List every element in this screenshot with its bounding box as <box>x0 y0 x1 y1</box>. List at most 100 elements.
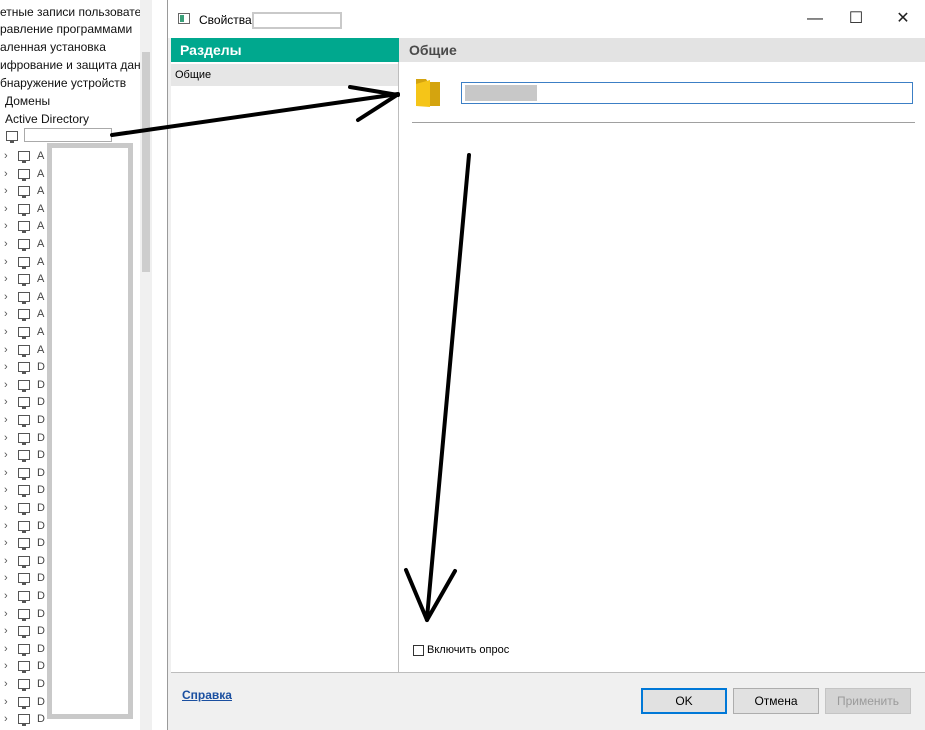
tree-device-row[interactable]: ›D <box>4 552 45 570</box>
chevron-right-icon[interactable]: › <box>4 590 16 602</box>
title-bar[interactable]: Свойства — ☐ ✕ <box>168 0 925 38</box>
tree-device-row[interactable]: › A <box>4 200 44 218</box>
tree-item-active-directory[interactable]: Active Directory <box>5 112 89 126</box>
monitor-icon <box>6 131 18 143</box>
tree-device-row[interactable]: › A <box>4 270 44 288</box>
device-label: A <box>37 220 45 233</box>
monitor-icon <box>18 503 30 515</box>
tree-device-row[interactable]: ›D <box>4 569 45 587</box>
chevron-right-icon[interactable]: › <box>4 344 16 356</box>
chevron-right-icon[interactable]: › <box>4 520 16 532</box>
chevron-right-icon[interactable]: › <box>4 220 16 232</box>
tree-device-row[interactable]: ›D <box>4 710 45 728</box>
chevron-right-icon[interactable]: › <box>4 572 16 584</box>
tree-device-row[interactable]: ›D <box>4 411 45 429</box>
tree-device-row[interactable]: ›D <box>4 675 45 693</box>
minimize-button[interactable]: — <box>800 8 830 30</box>
tree-device-row[interactable]: ›D <box>4 587 45 605</box>
chevron-right-icon[interactable]: › <box>4 660 16 672</box>
tree-device-row[interactable]: ›D <box>4 376 45 394</box>
tree-device-row[interactable]: ›D <box>4 429 45 447</box>
chevron-right-icon[interactable]: › <box>4 379 16 391</box>
poll-checkbox[interactable] <box>413 644 424 656</box>
chevron-right-icon[interactable]: › <box>4 537 16 549</box>
chevron-right-icon[interactable]: › <box>4 273 16 285</box>
tree-item-remote-install[interactable]: аленная установка <box>0 40 106 54</box>
chevron-right-icon[interactable]: › <box>4 502 16 514</box>
tree-item-selected[interactable] <box>4 127 18 145</box>
chevron-right-icon[interactable]: › <box>4 291 16 303</box>
tree-device-row[interactable]: › A <box>4 147 44 165</box>
chevron-right-icon[interactable]: › <box>4 555 16 567</box>
help-link[interactable]: Справка <box>182 688 232 702</box>
tree-device-row[interactable]: ›D <box>4 358 45 376</box>
chevron-right-icon[interactable]: › <box>4 449 16 461</box>
chevron-right-icon[interactable]: › <box>4 168 16 180</box>
chevron-right-icon[interactable]: › <box>4 432 16 444</box>
chevron-right-icon[interactable]: › <box>4 643 16 655</box>
tree-item-apps[interactable]: равление программами <box>0 22 132 36</box>
device-label: D <box>37 625 45 638</box>
tree-device-row[interactable]: › A <box>4 305 44 323</box>
monitor-icon <box>18 362 30 375</box>
redacted-area <box>47 143 133 719</box>
close-button[interactable]: ✕ <box>888 8 918 30</box>
tree-device-row[interactable]: ›D <box>4 464 45 482</box>
chevron-right-icon[interactable]: › <box>4 203 16 215</box>
tree-device-row[interactable]: ›D <box>4 640 45 658</box>
chevron-right-icon[interactable]: › <box>4 678 16 690</box>
chevron-right-icon[interactable]: › <box>4 484 16 496</box>
tree-device-row[interactable]: ›D <box>4 499 45 517</box>
device-label: A <box>37 167 45 180</box>
device-label: A <box>37 343 45 356</box>
tree-scrollbar-thumb[interactable] <box>142 52 150 272</box>
monitor-icon <box>18 467 30 480</box>
chevron-right-icon[interactable]: › <box>4 608 16 620</box>
tree-device-row[interactable]: › A <box>4 253 44 271</box>
tree-device-row[interactable]: › A <box>4 235 44 253</box>
section-item-general[interactable]: Общие <box>171 64 398 86</box>
chevron-right-icon[interactable]: › <box>4 256 16 268</box>
tree-device-row[interactable]: › A <box>4 323 44 341</box>
apply-button[interactable]: Применить <box>825 688 911 714</box>
cancel-button[interactable]: Отмена <box>733 688 819 714</box>
chevron-right-icon[interactable]: › <box>4 625 16 637</box>
tree-item-discovery[interactable]: бнаружение устройств <box>0 76 126 90</box>
name-field[interactable] <box>461 82 913 104</box>
chevron-right-icon[interactable]: › <box>4 185 16 197</box>
tree-item-encryption[interactable]: ифрование и защита дан <box>0 58 141 72</box>
tree-device-row[interactable]: ›D <box>4 657 45 675</box>
tree-item-domains[interactable]: Домены <box>5 94 50 108</box>
tree-device-row[interactable]: ›D <box>4 517 45 535</box>
chevron-right-icon[interactable]: › <box>4 326 16 338</box>
monitor-icon <box>18 714 30 727</box>
tree-device-row[interactable]: ›D <box>4 446 45 464</box>
device-label: D <box>37 396 45 409</box>
tree-device-row[interactable]: ›D <box>4 605 45 623</box>
chevron-right-icon[interactable]: › <box>4 396 16 408</box>
chevron-right-icon[interactable]: › <box>4 713 16 725</box>
chevron-right-icon[interactable]: › <box>4 467 16 479</box>
monitor-icon <box>18 591 30 603</box>
tree-device-row[interactable]: ›D <box>4 622 45 640</box>
tree-device-row[interactable]: ›D <box>4 481 45 499</box>
tree-item-accounts[interactable]: етные записи пользовате <box>0 5 141 19</box>
maximize-button[interactable]: ☐ <box>841 8 871 30</box>
chevron-right-icon[interactable]: › <box>4 361 16 373</box>
chevron-right-icon[interactable]: › <box>4 238 16 250</box>
chevron-right-icon[interactable]: › <box>4 696 16 708</box>
tree-device-row[interactable]: ›D <box>4 393 45 411</box>
tree-device-row[interactable]: › A <box>4 288 44 306</box>
tree-device-row[interactable]: › A <box>4 182 44 200</box>
chevron-right-icon[interactable]: › <box>4 308 16 320</box>
tree-device-row[interactable]: › A <box>4 165 44 183</box>
tree-device-row[interactable]: ›D <box>4 693 45 711</box>
chevron-right-icon[interactable]: › <box>4 414 16 426</box>
chevron-right-icon[interactable]: › <box>4 150 16 162</box>
tree-device-row[interactable]: ›D <box>4 534 45 552</box>
ok-button[interactable]: OK <box>641 688 727 714</box>
tree-device-row[interactable]: › A <box>4 217 44 235</box>
tree-device-row[interactable]: › A <box>4 341 44 359</box>
device-label: D <box>37 554 45 567</box>
poll-checkbox-row[interactable]: Включить опрос <box>413 644 509 656</box>
